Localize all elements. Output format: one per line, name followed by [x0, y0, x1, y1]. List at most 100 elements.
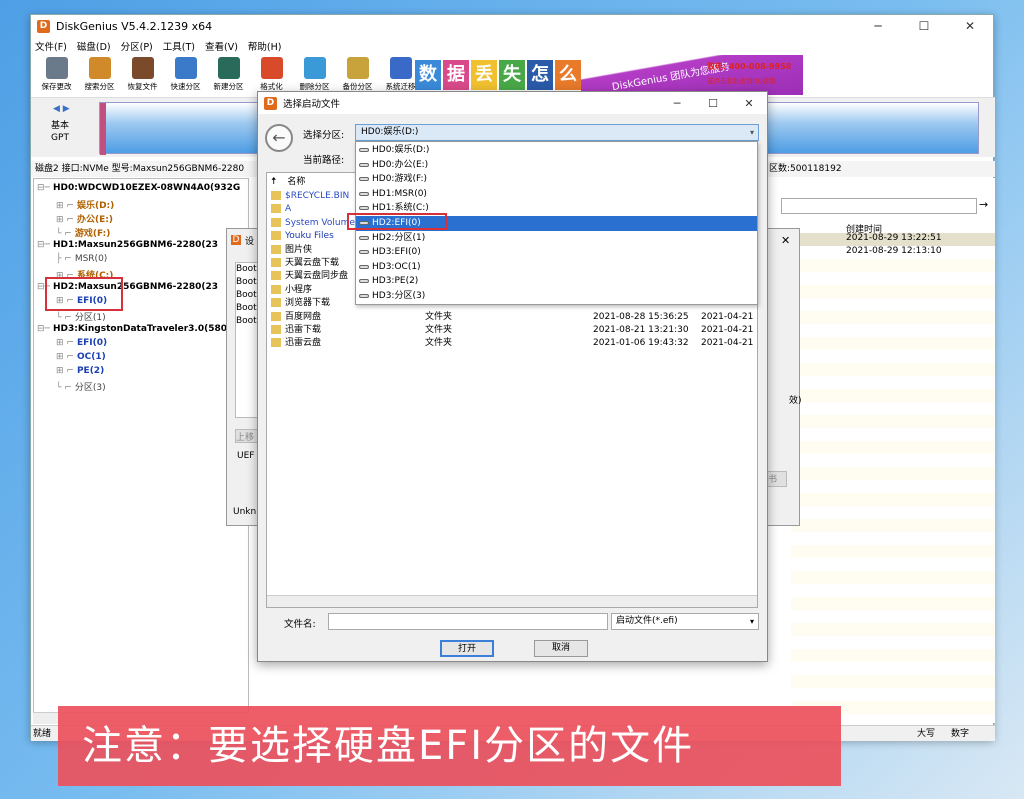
tree-expander-icon[interactable]: ⊞ ⌐ [56, 201, 74, 211]
file-name: 百度网盘 [285, 311, 322, 322]
banner-char: 么 [555, 60, 581, 90]
toolbar-backup-button[interactable]: 备份分区 [336, 55, 379, 92]
file-name: 天翼云盘同步盘 [285, 271, 349, 282]
toolbar-quick-partition-button[interactable]: 快速分区 [164, 55, 207, 92]
toolbar-format-button[interactable]: 格式化 [250, 55, 293, 92]
tree-disk-node[interactable]: ⊟─ HD3:KingstonDataTraveler3.0(580 [37, 324, 227, 334]
table-row[interactable]: 2021-08-29 13:22:51 [791, 233, 995, 246]
boot-entry-item[interactable]: Boot [236, 276, 258, 289]
tree-expander-icon[interactable]: ⊞ ⌐ [56, 215, 74, 225]
cancel-button[interactable]: 取消 [534, 640, 588, 657]
delete-icon [303, 57, 326, 79]
up-folder-icon[interactable]: 🠅 [271, 176, 276, 187]
menu-tools[interactable]: 工具(T) [163, 39, 195, 53]
file-row[interactable]: 百度网盘 文件夹 2021-08-28 15:36:25 2021-04-21 [267, 311, 757, 324]
boot-entry-item[interactable]: Boot [236, 263, 258, 276]
filename-label: 文件名: [284, 619, 316, 630]
menu-bar: 文件(F) 磁盘(D) 分区(P) 工具(T) 查看(V) 帮助(H) [31, 37, 993, 55]
toolbar-delete-button[interactable]: 删除分区 [293, 55, 336, 92]
num-indicator: 数字 [951, 729, 970, 739]
tree-expander-icon[interactable]: ⊞ ⌐ [56, 366, 74, 376]
tree-expander-icon[interactable]: ⊞ ⌐ [56, 352, 74, 362]
column-name[interactable]: 名称 [287, 177, 305, 187]
tree-expander-icon[interactable]: └ ⌐ [56, 383, 72, 393]
partition-segment[interactable] [100, 103, 106, 155]
tree-partition-node[interactable]: ⊞ ⌐ PE(2) [56, 366, 104, 376]
boot-dialog-close-icon[interactable]: ✕ [781, 234, 790, 247]
close-button[interactable]: ✕ [947, 19, 993, 33]
tree-partition-node[interactable]: ⊞ ⌐ OC(1) [56, 352, 106, 362]
toolbar-recover-button[interactable]: 恢复文件 [121, 55, 164, 92]
path-combo[interactable] [781, 198, 977, 214]
dialog-minimize-button[interactable]: ─ [659, 97, 695, 110]
dialog-maximize-button[interactable]: ☐ [695, 97, 731, 110]
tree-partition-node[interactable]: ├ ⌐ MSR(0) [56, 254, 107, 264]
disk-nav-arrows[interactable]: ◀ ▶ [53, 104, 70, 114]
file-type-select[interactable]: 启动文件(*.efi) ▾ [611, 613, 759, 630]
toolbar-label: 恢复文件 [127, 82, 158, 91]
main-titlebar: D DiskGenius V5.4.2.1239 x64 ─ ☐ ✕ [31, 15, 993, 37]
filename-input[interactable] [328, 613, 608, 630]
certificate-button[interactable]: 书 [767, 471, 787, 487]
minimize-button[interactable]: ─ [855, 19, 901, 33]
partition-option[interactable]: HD0:办公(E:) [356, 158, 757, 173]
boot-entry-list[interactable]: Boot Boot Boot Boot Boot [235, 262, 259, 418]
maximize-button[interactable]: ☐ [901, 19, 947, 33]
tree-expander-icon[interactable]: ├ ⌐ [56, 254, 72, 264]
go-arrow-icon[interactable]: → [979, 198, 988, 211]
back-arrow-icon[interactable]: ← [265, 124, 293, 152]
file-name: 小程序 [285, 284, 313, 295]
menu-file[interactable]: 文件(F) [35, 39, 67, 53]
menu-partition[interactable]: 分区(P) [121, 39, 153, 53]
partition-option[interactable]: HD0:游戏(F:) [356, 172, 757, 187]
file-row[interactable]: 迅雷云盘 文件夹 2021-01-06 19:43:32 2021-04-21 [267, 337, 757, 350]
toolbar-save-button[interactable]: 保存更改 [35, 55, 78, 92]
tree-partition-node[interactable]: ⊞ ⌐ 娱乐(D:) [56, 198, 114, 211]
tree-partition-node[interactable]: ⊞ ⌐ EFI(0) [56, 338, 107, 348]
partition-select[interactable]: HD0:娱乐(D:) ▾ [355, 124, 759, 141]
menu-view[interactable]: 查看(V) [205, 39, 238, 53]
quick-partition-icon [174, 57, 197, 79]
tree-partition-node[interactable]: └ ⌐ 分区(1) [56, 310, 106, 323]
menu-help[interactable]: 帮助(H) [248, 39, 282, 53]
tree-expander-icon[interactable]: ⊟─ [37, 183, 50, 193]
tree-partition-node[interactable]: └ ⌐ 分区(3) [56, 380, 106, 393]
tree-expander-icon[interactable]: ⊟─ [37, 324, 50, 334]
boot-entry-item[interactable]: Boot [236, 315, 258, 328]
folder-icon [271, 231, 281, 241]
partition-option[interactable]: HD3:PE(2) [356, 274, 757, 289]
partition-option[interactable]: HD3:分区(3) [356, 289, 757, 304]
tree-disk-node[interactable]: ⊟─ HD0:WDCWD10EZEX-08WN4A0(932G [37, 183, 240, 193]
tree-disk-node[interactable]: ⊟─ HD1:Maxsun256GBNM6-2280(23 [37, 240, 218, 250]
open-button[interactable]: 打开 [440, 640, 494, 657]
toolbar-new-partition-button[interactable]: 新建分区 [207, 55, 250, 92]
chevron-down-icon[interactable]: ▾ [750, 614, 754, 629]
menu-disk[interactable]: 磁盘(D) [77, 39, 111, 53]
partition-option[interactable]: HD3:EFI(0) [356, 245, 757, 260]
file-type: 文件夹 [425, 325, 453, 335]
tree-expander-icon[interactable]: ⊟─ [37, 240, 50, 250]
partition-option[interactable]: HD3:OC(1) [356, 260, 757, 275]
table-row[interactable]: 2021-08-29 12:13:10 [791, 246, 995, 259]
partition-option[interactable]: HD0:娱乐(D:) [356, 143, 757, 158]
file-row[interactable]: 迅雷下载 文件夹 2021-08-21 13:21:30 2021-04-21 [267, 324, 757, 337]
created-time-cell: 2021-08-29 12:13:10 [846, 246, 942, 256]
file-list-horizontal-scrollbar[interactable] [267, 595, 757, 607]
chevron-down-icon[interactable]: ▾ [750, 125, 754, 140]
boot-entry-item[interactable]: Boot [236, 302, 258, 315]
banner-qq[interactable]: 或点击此处咨询QQ咨询 [707, 75, 776, 85]
tree-node-label: PE(2) [76, 366, 105, 376]
ad-banner[interactable]: 数据丢失怎么办 DiskGenius 团队为您服务 致电: 400-008-99… [415, 55, 805, 95]
dialog-close-button[interactable]: ✕ [731, 97, 767, 110]
tree-expander-icon[interactable]: └ ⌐ [56, 229, 72, 239]
tree-expander-icon[interactable]: └ ⌐ [56, 313, 72, 323]
tree-expander-icon[interactable]: ⊞ ⌐ [56, 338, 74, 348]
partition-option[interactable]: HD1:MSR(0) [356, 187, 757, 202]
toolbar-search-button[interactable]: 搜索分区 [78, 55, 121, 92]
format-icon [260, 57, 283, 79]
boot-entry-item[interactable]: Boot [236, 289, 258, 302]
tree-partition-node[interactable]: └ ⌐ 游戏(F:) [56, 226, 110, 239]
partition-option[interactable]: HD2:分区(1) [356, 231, 757, 246]
tree-node-label: 分区(1) [74, 313, 106, 323]
tree-partition-node[interactable]: ⊞ ⌐ 办公(E:) [56, 212, 113, 225]
